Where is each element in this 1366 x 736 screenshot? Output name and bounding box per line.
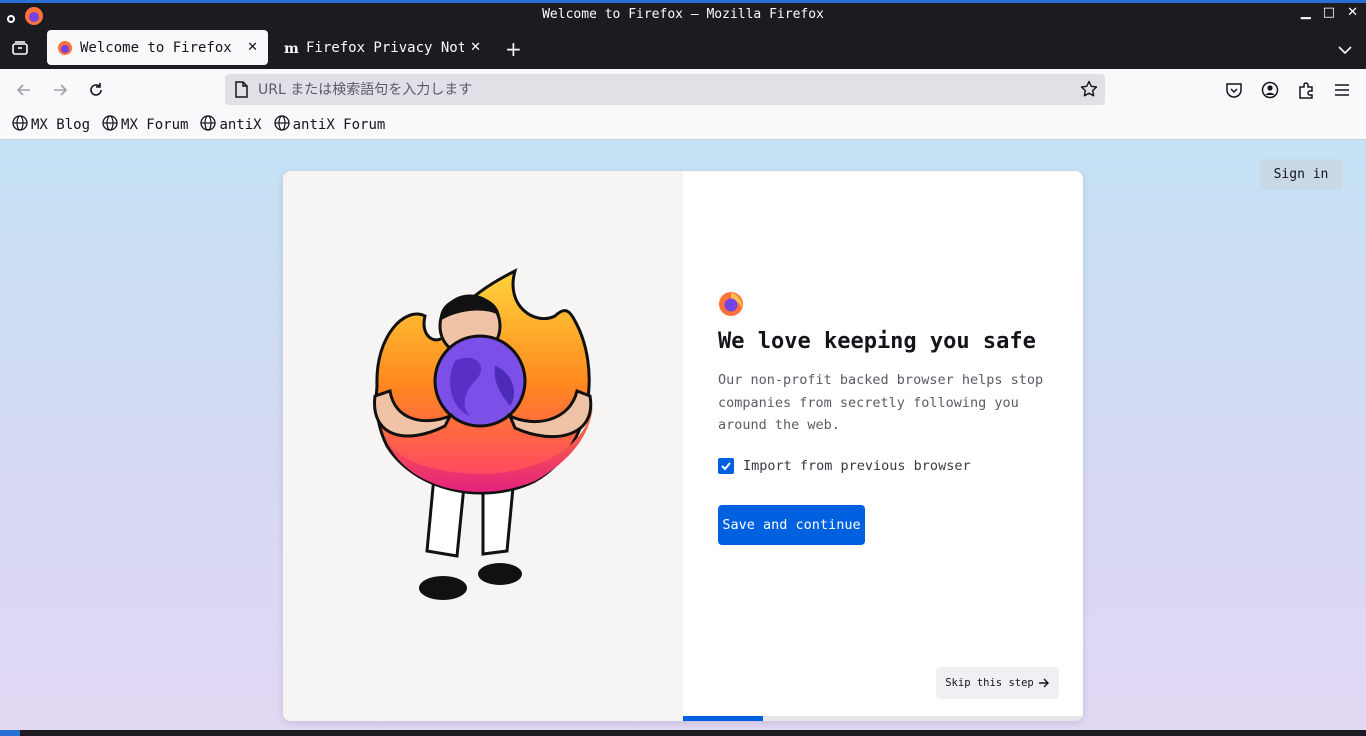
tab-strip: Welcome to Firefox ✕ m Firefox Privacy N… xyxy=(0,28,1366,69)
firefox-icon xyxy=(57,40,73,56)
tab-label: Firefox Privacy Notice xyxy=(306,39,465,56)
globe-icon xyxy=(200,115,217,135)
sign-in-button[interactable]: Sign in xyxy=(1260,159,1342,190)
svg-text:m: m xyxy=(284,41,299,56)
close-tab-icon[interactable]: ✕ xyxy=(470,40,481,55)
window-titlebar: Welcome to Firefox — Mozilla Firefox ▁ □… xyxy=(0,0,1366,28)
bookmark-label: antiX Forum xyxy=(292,117,386,133)
globe-icon xyxy=(102,115,118,135)
skip-label: Skip this step xyxy=(945,677,1034,689)
page-content: Sign in We love keeping you safe Our non… xyxy=(0,140,1366,730)
tab-welcome[interactable]: Welcome to Firefox ✕ xyxy=(47,30,268,65)
reload-icon[interactable] xyxy=(86,80,106,100)
bookmark-star-icon[interactable] xyxy=(1080,80,1098,102)
import-checkbox-row[interactable]: Import from previous browser xyxy=(718,458,971,474)
pocket-icon[interactable] xyxy=(1224,80,1244,100)
close-tab-icon[interactable]: ✕ xyxy=(247,40,258,55)
tab-privacy-notice[interactable]: m Firefox Privacy Notice ✕ xyxy=(273,30,491,65)
page-description: Our non-profit backed browser helps stop… xyxy=(718,372,1044,433)
navigation-toolbar xyxy=(0,69,1366,111)
page-icon xyxy=(234,81,248,102)
mozilla-m-icon: m xyxy=(283,39,299,57)
bottom-panel-strip xyxy=(0,730,1366,736)
skip-step-button[interactable]: Skip this step xyxy=(936,667,1059,699)
bookmark-label: antiX xyxy=(219,117,262,133)
bookmark-antix-forum[interactable]: antiX Forum xyxy=(273,115,386,135)
hamburger-menu-icon[interactable] xyxy=(1332,80,1352,100)
bookmark-label: MX Forum xyxy=(121,117,189,133)
bookmark-antix[interactable]: antiX xyxy=(200,115,262,135)
firefox-logo-icon xyxy=(719,292,743,316)
import-checkbox[interactable] xyxy=(718,458,734,474)
url-input[interactable] xyxy=(258,74,1058,105)
minimize-button[interactable]: ▁ xyxy=(1301,5,1311,20)
url-bar[interactable] xyxy=(225,74,1105,105)
onboarding-content: We love keeping you safe Our non-profit … xyxy=(683,171,1083,721)
arrow-right-icon xyxy=(1038,678,1049,688)
page-heading: We love keeping you safe xyxy=(718,329,1036,354)
onboarding-card: We love keeping you safe Our non-profit … xyxy=(283,171,1083,721)
save-and-continue-button[interactable]: Save and continue xyxy=(718,505,865,545)
new-tab-button[interactable]: + xyxy=(505,37,522,61)
list-all-tabs-icon[interactable] xyxy=(1338,40,1352,59)
forward-arrow-icon[interactable] xyxy=(50,80,70,100)
globe-icon xyxy=(12,115,28,135)
window-title: Welcome to Firefox — Mozilla Firefox xyxy=(542,7,824,22)
maximize-button[interactable]: □ xyxy=(1323,5,1335,20)
bookmarks-toolbar: MX Blog MX Forum antiX antiX Forum xyxy=(0,111,1366,140)
back-arrow-icon[interactable] xyxy=(14,80,34,100)
close-window-button[interactable]: ✕ xyxy=(1347,5,1358,20)
tab-label: Welcome to Firefox xyxy=(80,39,232,56)
extensions-icon[interactable] xyxy=(1296,80,1316,100)
bookmark-mx-forum[interactable]: MX Forum xyxy=(102,115,188,135)
illustration-panel xyxy=(283,171,683,721)
firefox-view-icon[interactable] xyxy=(10,38,30,58)
person-hugging-globe-illustration xyxy=(373,268,593,600)
import-label: Import from previous browser xyxy=(743,458,971,474)
bookmark-mx-blog[interactable]: MX Blog xyxy=(12,115,90,135)
bookmark-label: MX Blog xyxy=(31,117,91,133)
account-icon[interactable] xyxy=(1260,80,1280,100)
globe-icon xyxy=(273,115,290,135)
onboarding-progress xyxy=(683,716,1083,721)
onboarding-progress-fill xyxy=(683,716,763,721)
